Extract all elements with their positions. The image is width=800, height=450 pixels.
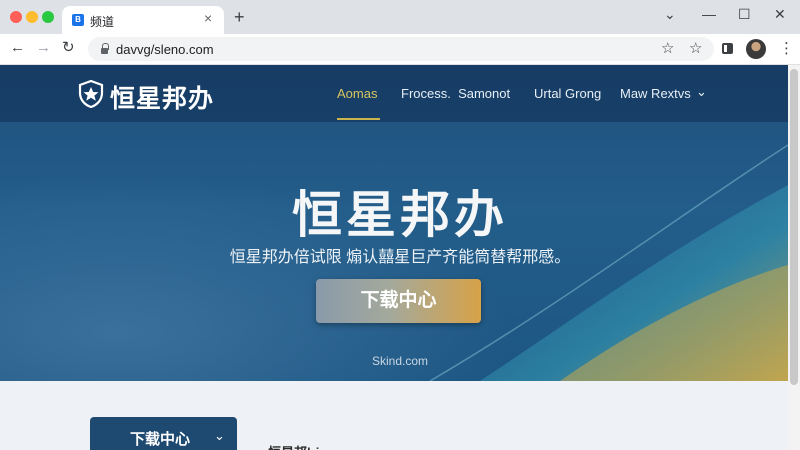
back-icon[interactable]: ← [10, 39, 25, 57]
bookmark-star-icon[interactable]: ☆ [661, 40, 674, 58]
new-tab-icon[interactable]: + [234, 8, 245, 26]
section-heading-text: 恒星邦|riwom [268, 442, 349, 450]
reload-icon[interactable]: ↻ [62, 39, 75, 57]
hero-download-button[interactable]: 下载中心 [316, 279, 481, 323]
nav-link-maw-rextvs[interactable]: Maw Rextvs [620, 86, 691, 101]
side-panel-icon[interactable] [722, 43, 733, 54]
browser-tab-strip: B 频道 × + ⌄ — ☐ ✕ [0, 0, 800, 34]
hero-subtitle: 恒星邦办倍试限 煽认囍星巨产齐能筒替帮邢感。 [229, 249, 571, 266]
tab-title: 频道 [90, 15, 115, 29]
web-page: 恒星邦办 Aomas Frocess. Samonot Urtal Grong … [0, 65, 800, 450]
window-close-dot[interactable] [10, 11, 22, 23]
browser-menu-icon[interactable]: ⋮ [779, 40, 794, 58]
chevron-down-icon: ⌄ [214, 428, 225, 443]
page-scrollbar[interactable] [788, 65, 800, 450]
tab-favicon-icon: B [72, 14, 84, 26]
site-header: 恒星邦办 Aomas Frocess. Samonot Urtal Grong … [0, 65, 788, 122]
brand-shield-icon [78, 80, 104, 108]
window-minimize-dot[interactable] [26, 11, 38, 23]
nav-dropdown-chevron-icon[interactable]: ⌄ [696, 84, 707, 100]
window-maximize-icon[interactable]: ☐ [738, 6, 751, 22]
lock-icon-body [101, 48, 108, 54]
window-close-icon[interactable]: ✕ [774, 6, 786, 22]
hero-section: 恒星邦办 Aomas Frocess. Samonot Urtal Grong … [0, 65, 788, 381]
download-center-dropdown[interactable]: 下载中心 ⌄ [90, 417, 237, 450]
profile-avatar[interactable] [746, 39, 766, 59]
window-minimize-icon[interactable]: — [702, 6, 716, 22]
bookmarks-icon[interactable]: ☆ [689, 40, 702, 58]
scrollbar-thumb[interactable] [790, 69, 798, 385]
nav-link-frocess[interactable]: Frocess. Samonot [401, 86, 510, 101]
nav-link-aomas[interactable]: Aomas [337, 86, 377, 101]
address-bar[interactable]: davvg/sleno.com [88, 37, 714, 61]
brand-name[interactable]: 恒星邦办 [110, 79, 214, 115]
tab-search-chevron-icon[interactable]: ⌄ [664, 6, 676, 22]
nav-link-urtal-grong[interactable]: Urtal Grong [534, 86, 601, 101]
forward-icon[interactable]: → [36, 39, 51, 57]
tab-close-icon[interactable]: × [204, 10, 212, 26]
browser-toolbar: ← → ↻ davvg/sleno.com ☆ ☆ ⋮ [0, 34, 800, 65]
hero-title: 恒星邦办 [292, 187, 508, 243]
hero-domain-text: Skind.com [371, 354, 429, 368]
address-url[interactable]: davvg/sleno.com [116, 42, 214, 57]
browser-tab[interactable]: B 频道 × [62, 6, 224, 34]
window-zoom-dot[interactable] [42, 11, 54, 23]
nav-active-underline [337, 118, 380, 120]
download-center-label: 下载中心 [130, 431, 191, 448]
